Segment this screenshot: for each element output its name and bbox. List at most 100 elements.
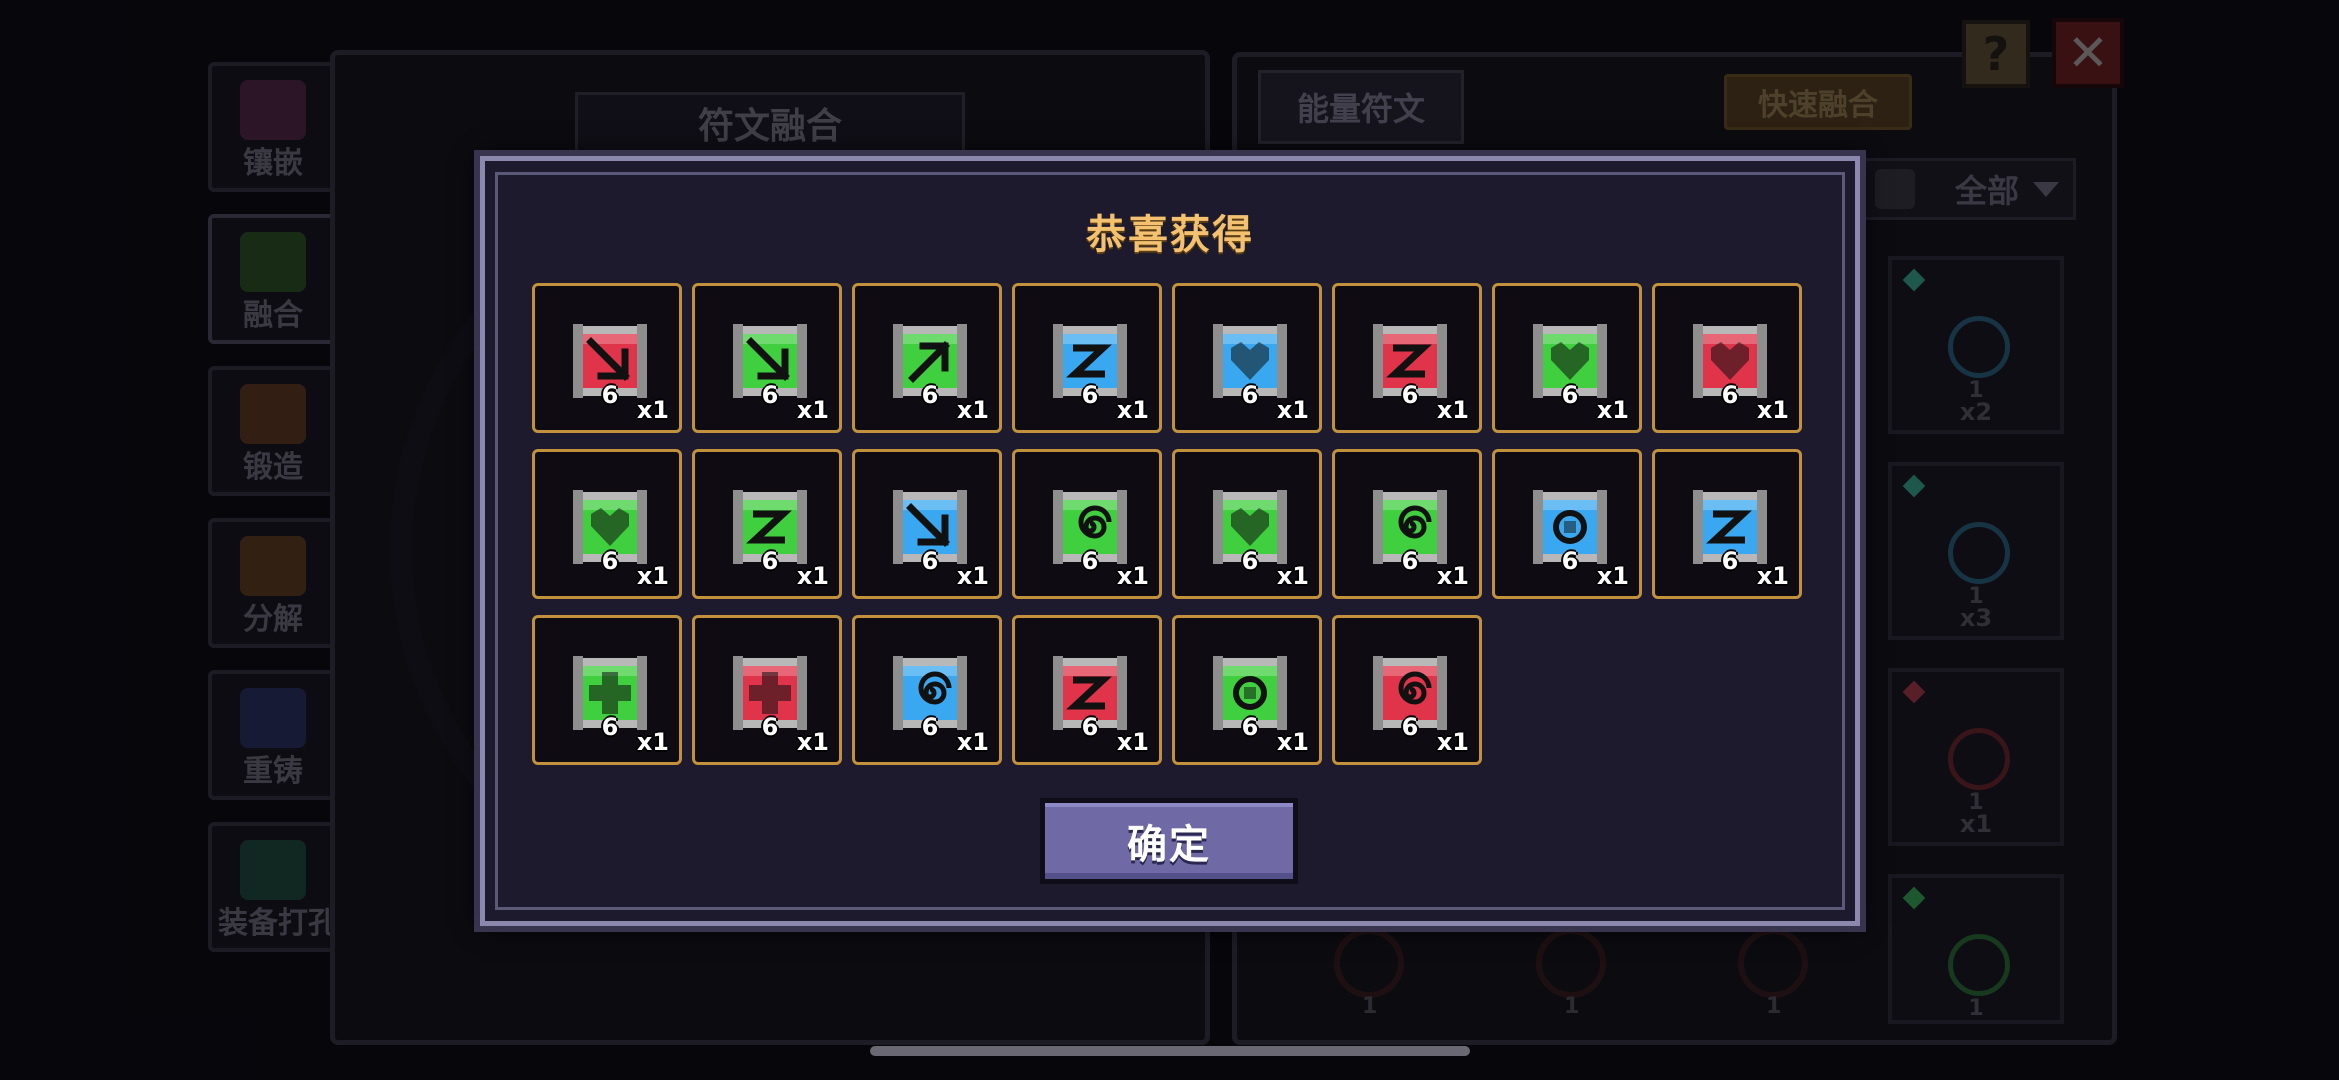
quick-fuse-button[interactable]: 快速融合	[1724, 74, 1912, 130]
reward-item[interactable]: 6 x1	[1012, 449, 1162, 599]
reward-item[interactable]: 6 x1	[1652, 283, 1802, 433]
reward-quantity: x1	[796, 562, 829, 590]
reward-item[interactable]: 6 x1	[1172, 449, 1322, 599]
side-nav-label: 镶嵌	[243, 146, 303, 181]
confirm-button[interactable]: 确定	[1040, 798, 1298, 884]
reward-item[interactable]: 6 x1	[1012, 283, 1162, 433]
rune-orb-icon	[1948, 728, 2010, 790]
rune-slot-count: x2	[1959, 398, 1993, 426]
close-icon: ✕	[2067, 24, 2109, 82]
fusion-panel-title: 符文融合	[697, 106, 842, 147]
home-indicator	[870, 1046, 1470, 1056]
reward-item[interactable]: 6 x1	[852, 283, 1002, 433]
side-nav-item-forge[interactable]: 锻造	[208, 366, 338, 496]
side-nav-label: 装备打孔	[218, 906, 338, 941]
reward-item[interactable]: 6 x1	[1172, 283, 1322, 433]
reward-item[interactable]: 6 x1	[532, 283, 682, 433]
reward-item[interactable]: 6 x1	[1492, 283, 1642, 433]
tab-energy-runes[interactable]: 能量符文	[1258, 70, 1464, 144]
rune-slot-level: 1	[1564, 994, 1580, 1019]
rune-slot[interactable]: 1	[1888, 874, 2064, 1024]
side-nav-label: 锻造	[243, 450, 303, 485]
rune-orb-icon	[1536, 928, 1606, 998]
reward-quantity: x1	[1756, 396, 1789, 424]
reward-quantity: x1	[636, 728, 669, 756]
reward-item[interactable]: 6 x1	[532, 615, 682, 765]
chevron-down-icon	[2033, 181, 2059, 197]
filter-icon	[1875, 169, 1915, 209]
reward-quantity: x1	[956, 728, 989, 756]
reward-item[interactable]: 6 x1	[1652, 449, 1802, 599]
rune-slot-count: x1	[1959, 810, 1993, 838]
reward-quantity: x1	[636, 396, 669, 424]
rune-slot[interactable]: 1 x2	[1888, 256, 2064, 434]
gem-icon	[1902, 474, 1926, 498]
side-nav-item-socket[interactable]: 装备打孔	[208, 822, 348, 952]
rune-slot[interactable]: 1 x1	[1888, 668, 2064, 846]
reward-quantity: x1	[1116, 562, 1149, 590]
decompose-icon	[240, 536, 306, 596]
rune-orb-icon	[1334, 928, 1404, 998]
reward-item[interactable]: 6 x1	[532, 449, 682, 599]
question-icon: ?	[1982, 27, 2010, 81]
reward-quantity: x1	[1276, 728, 1309, 756]
reward-quantity: x1	[1116, 728, 1149, 756]
recast-icon	[240, 688, 306, 748]
rune-slot-level: 1	[1968, 996, 1984, 1021]
quick-fuse-label: 快速融合	[1758, 88, 1878, 123]
tab-label: 能量符文	[1296, 90, 1425, 128]
reward-grid: 6 x1 6 x1 6 x1 6 x1 6 x1 6 x1 6 x1 6 x1 6 x1 6 x1 6 x1 6 x1 6 x1 6…	[532, 283, 1812, 765]
reward-item[interactable]: 6 x1	[1492, 449, 1642, 599]
reward-quantity: x1	[1436, 396, 1469, 424]
rune-orb-icon	[1948, 934, 2010, 996]
side-nav-item-recast[interactable]: 重铸	[208, 670, 338, 800]
reward-quantity: x1	[1116, 396, 1149, 424]
reward-item[interactable]: 6 x1	[1332, 615, 1482, 765]
rune-slot-level: 1	[1362, 994, 1378, 1019]
confirm-button-label: 确定	[1127, 822, 1211, 868]
reward-item[interactable]: 6 x1	[692, 283, 842, 433]
reward-item[interactable]: 6 x1	[852, 615, 1002, 765]
reward-quantity: x1	[1436, 562, 1469, 590]
reward-quantity: x1	[1596, 396, 1629, 424]
side-nav-item-fusion[interactable]: 融合	[208, 214, 338, 344]
side-nav-item-decompose[interactable]: 分解	[208, 518, 338, 648]
gem-icon	[1902, 680, 1926, 704]
reward-item[interactable]: 6 x1	[1332, 283, 1482, 433]
fusion-panel-header: 符文融合	[575, 92, 965, 154]
close-button[interactable]: ✕	[2052, 18, 2124, 88]
forge-icon	[240, 384, 306, 444]
rune-orb-icon	[1948, 522, 2010, 584]
reward-quantity: x1	[956, 396, 989, 424]
reward-item[interactable]: 6 x1	[692, 615, 842, 765]
rune-orb-icon	[1948, 316, 2010, 378]
reward-quantity: x1	[1436, 728, 1469, 756]
rune-filter-dropdown[interactable]: 全部	[1862, 158, 2076, 220]
reward-item[interactable]: 6 x1	[1012, 615, 1162, 765]
socket-icon	[240, 840, 306, 900]
reward-quantity: x1	[956, 562, 989, 590]
reward-quantity: x1	[796, 396, 829, 424]
reward-quantity: x1	[1276, 396, 1309, 424]
side-nav-label: 重铸	[243, 754, 303, 789]
fusion-icon	[240, 232, 306, 292]
reward-quantity: x1	[1276, 562, 1309, 590]
side-nav-label: 分解	[243, 602, 303, 637]
side-nav-item-inlay[interactable]: 镶嵌	[208, 62, 338, 192]
reward-quantity: x1	[1596, 562, 1629, 590]
reward-modal-title: 恭喜获得	[1086, 212, 1254, 258]
reward-item[interactable]: 6 x1	[1172, 615, 1322, 765]
reward-item[interactable]: 6 x1	[1332, 449, 1482, 599]
rune-slot-count: x3	[1959, 604, 1993, 632]
reward-item[interactable]: 6 x1	[692, 449, 842, 599]
reward-quantity: x1	[636, 562, 669, 590]
help-button[interactable]: ?	[1962, 20, 2030, 88]
gem-icon	[1902, 268, 1926, 292]
inlay-icon	[240, 80, 306, 140]
reward-quantity: x1	[796, 728, 829, 756]
gem-icon	[1902, 886, 1926, 910]
rune-slot[interactable]: 1 x3	[1888, 462, 2064, 640]
reward-item[interactable]: 6 x1	[852, 449, 1002, 599]
rune-orb-icon	[1738, 928, 1808, 998]
rune-slot-level: 1	[1766, 994, 1782, 1019]
